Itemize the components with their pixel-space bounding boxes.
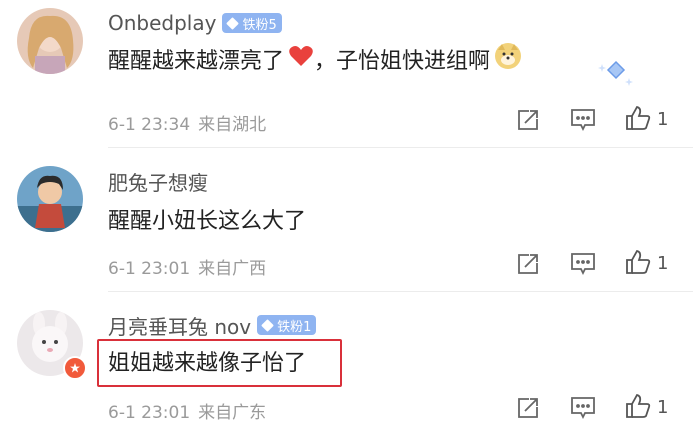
- share-icon[interactable]: [514, 250, 542, 278]
- comment-meta: 6-1 23:01 来自广东: [108, 398, 266, 423]
- comment-text: 醒醒小妞长这么大了: [108, 209, 307, 234]
- thumbs-up-icon[interactable]: [624, 392, 652, 420]
- comment-item: 肥兔子想瘦 醒醒小妞长这么大了 6-1 23:01 来自广西 1: [0, 148, 693, 292]
- comment-meta: 6-1 23:34 来自湖北: [108, 110, 266, 135]
- doge-emoji: [494, 42, 522, 76]
- comment-text: 醒醒越来越漂亮了 ，子怡姐快进组啊: [108, 42, 522, 76]
- timestamp: 6-1 23:34: [108, 115, 191, 135]
- avatar[interactable]: [17, 166, 83, 232]
- location: 来自湖北: [198, 115, 267, 135]
- comment-icon[interactable]: [569, 106, 597, 134]
- fan-badge: 铁粉5: [222, 13, 282, 33]
- username[interactable]: 月亮垂耳兔 nov 铁粉1: [108, 312, 317, 339]
- username[interactable]: 肥兔子想瘦: [108, 168, 208, 195]
- comment-item: Onbedplay 铁粉5 醒醒越来越漂亮了 ，子怡姐快进组啊 6-1 23:3…: [0, 0, 693, 148]
- timestamp: 6-1 23:01: [108, 259, 191, 279]
- thumbs-up-icon[interactable]: [624, 104, 652, 132]
- like-count: 1: [657, 109, 669, 130]
- avatar[interactable]: [17, 8, 83, 74]
- share-icon[interactable]: [514, 394, 542, 422]
- like-count: 1: [657, 397, 669, 418]
- location: 来自广西: [198, 259, 267, 279]
- fan-badge: 铁粉1: [257, 315, 317, 335]
- comment-icon[interactable]: [569, 394, 597, 422]
- thumbs-up-icon[interactable]: [624, 248, 652, 276]
- like-count: 1: [657, 253, 669, 274]
- vip-badge-icon: [63, 356, 87, 380]
- comment-icon[interactable]: [569, 250, 597, 278]
- username[interactable]: Onbedplay 铁粉5: [108, 10, 282, 36]
- comment-meta: 6-1 23:01 来自广西: [108, 254, 266, 279]
- share-icon[interactable]: [514, 106, 542, 134]
- timestamp: 6-1 23:01: [108, 403, 191, 423]
- heart-emoji: [288, 44, 314, 74]
- sparkle-icon: [596, 56, 636, 94]
- location: 来自广东: [198, 403, 267, 423]
- comment-text: 姐姐越来越像子怡了: [108, 351, 307, 376]
- comment-item: 月亮垂耳兔 nov 铁粉1 姐姐越来越像子怡了 6-1 23:01 来自广东 1: [0, 292, 693, 428]
